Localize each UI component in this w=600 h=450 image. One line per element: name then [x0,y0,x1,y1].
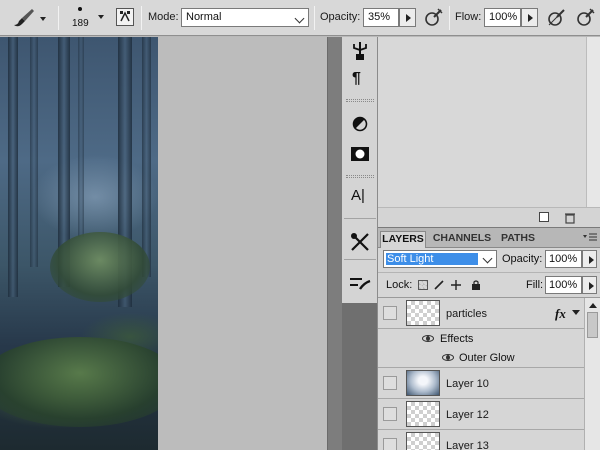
brush-tip-icon [78,7,82,11]
clone-source-icon[interactable] [350,40,370,62]
brush-preset-dropdown-icon[interactable] [98,15,104,19]
opacity-value: 35% [368,11,391,23]
mode-label: Mode: [148,11,179,23]
visibility-toggle[interactable] [383,438,397,450]
layer-thumbnail [406,401,440,427]
eye-icon[interactable] [422,335,434,342]
document-canvas[interactable] [0,37,158,450]
tab-channels[interactable]: CHANNELS [432,231,492,248]
layer-row-layer-12[interactable]: Layer 12 [378,399,584,430]
layer-opacity-label: Opacity: [502,253,543,265]
layer-row-particles[interactable]: particles fx [378,298,584,329]
toggle-brush-panel-button[interactable] [116,8,134,26]
flow-input[interactable]: 100% [484,8,521,27]
effects-label: Effects [440,333,474,345]
brush-tool-icon [14,9,34,27]
trash-icon[interactable] [564,212,576,224]
character-panel-icon[interactable]: A| [351,187,365,204]
layer-effects-row[interactable]: Effects [378,329,584,348]
tool-preset-dropdown-icon[interactable] [40,17,46,21]
flow-label: Flow: [455,11,482,23]
fill-label: Fill: [526,279,544,291]
opacity-input[interactable]: 35% [363,8,399,27]
tool-preset-picker[interactable] [6,6,50,30]
layer-opacity-slider-button[interactable] [582,250,597,268]
layer-opacity-input[interactable]: 100% [545,250,582,268]
layer-list: particles fx Effects Outer Glow Layer 10… [378,298,584,450]
pressure-size-button[interactable] [574,7,596,29]
brush-size-label: 189 [72,18,89,29]
history-panel [378,37,600,227]
panel-divider[interactable] [327,37,342,450]
blend-mode-value: Soft Light [386,253,478,265]
fill-input[interactable]: 100% [545,276,582,294]
fill-slider-button[interactable] [582,276,597,294]
lock-label: Lock: [386,279,413,291]
blend-mode-select[interactable]: Soft Light [383,250,497,268]
layer-name: particles [446,308,487,320]
panel-menu-button[interactable] [583,233,597,243]
layer-row-layer-13[interactable]: Layer 13 [378,430,584,450]
pressure-size-icon [577,8,595,26]
tab-paths[interactable]: PATHS [498,231,538,248]
panel-menu-icon [583,233,597,241]
airbrush-icon [425,8,443,26]
flow-value: 100% [489,11,518,23]
fill-value: 100% [549,279,578,291]
chevron-down-icon [482,253,493,264]
dock-grip[interactable] [346,175,374,178]
layer-effect-outer-glow[interactable]: Outer Glow [378,348,584,368]
layer-row-layer-10[interactable]: Layer 10 [378,368,584,399]
eye-icon[interactable] [442,354,454,361]
brush-preset-picker[interactable]: 189 [66,2,108,34]
visibility-toggle[interactable] [383,407,397,421]
layer-name: Layer 12 [446,409,489,421]
new-document-icon[interactable] [539,212,549,222]
history-panel-footer [378,207,600,227]
dock-empty-area [342,303,377,450]
layer-thumbnail [406,300,440,326]
lock-position-icon[interactable] [451,280,461,290]
lock-all-icon[interactable] [471,280,481,290]
airbrush-button[interactable] [422,7,444,29]
quick-mask-icon[interactable] [350,146,370,162]
mode-value: Normal [186,11,222,23]
expand-effects-icon[interactable] [572,310,580,315]
lock-fill-row: Lock: Fill: 100% [378,272,600,298]
mode-select[interactable]: Normal [181,8,309,27]
visibility-toggle[interactable] [383,306,397,320]
layer-opacity-value: 100% [549,253,578,265]
options-bar: 189 Mode: Normal Opacity: 35% Flow: 100% [0,0,600,36]
chevron-down-icon [294,13,305,24]
tab-layers[interactable]: LAYERS [380,231,426,248]
opacity-label: Opacity: [320,11,361,23]
layer-name: Layer 10 [446,378,489,390]
fx-badge[interactable]: fx [555,306,566,322]
layers-scrollbar[interactable] [584,298,600,450]
workspace-background [158,37,342,450]
pressure-opacity-button[interactable] [545,7,567,29]
scroll-thumb[interactable] [587,312,598,338]
brush-presets-icon[interactable] [348,275,372,293]
lock-transparent-icon[interactable] [418,280,428,290]
tool-presets-icon[interactable] [349,231,371,253]
layer-thumbnail [406,370,440,396]
scroll-up-icon[interactable] [589,303,597,308]
visibility-toggle[interactable] [383,376,397,390]
dock-grip[interactable] [346,99,374,102]
layers-panel: LAYERS CHANNELS PATHS Soft Light Opacity… [378,227,600,450]
layer-thumbnail [406,432,440,450]
flow-slider-button[interactable] [521,8,538,27]
effect-name: Outer Glow [459,352,515,364]
paragraph-panel-icon[interactable]: ¶ [352,70,361,88]
pressure-icon [548,9,565,26]
brush-panel-icon [120,11,130,22]
history-scrollbar[interactable] [586,37,600,207]
panel-dock: ¶ A| [342,37,378,450]
masks-panel-icon[interactable] [351,115,369,133]
opacity-slider-button[interactable] [399,8,416,27]
panel-tabs: LAYERS CHANNELS PATHS [378,228,600,248]
layer-name: Layer 13 [446,440,489,450]
lock-pixels-icon[interactable] [434,280,444,290]
